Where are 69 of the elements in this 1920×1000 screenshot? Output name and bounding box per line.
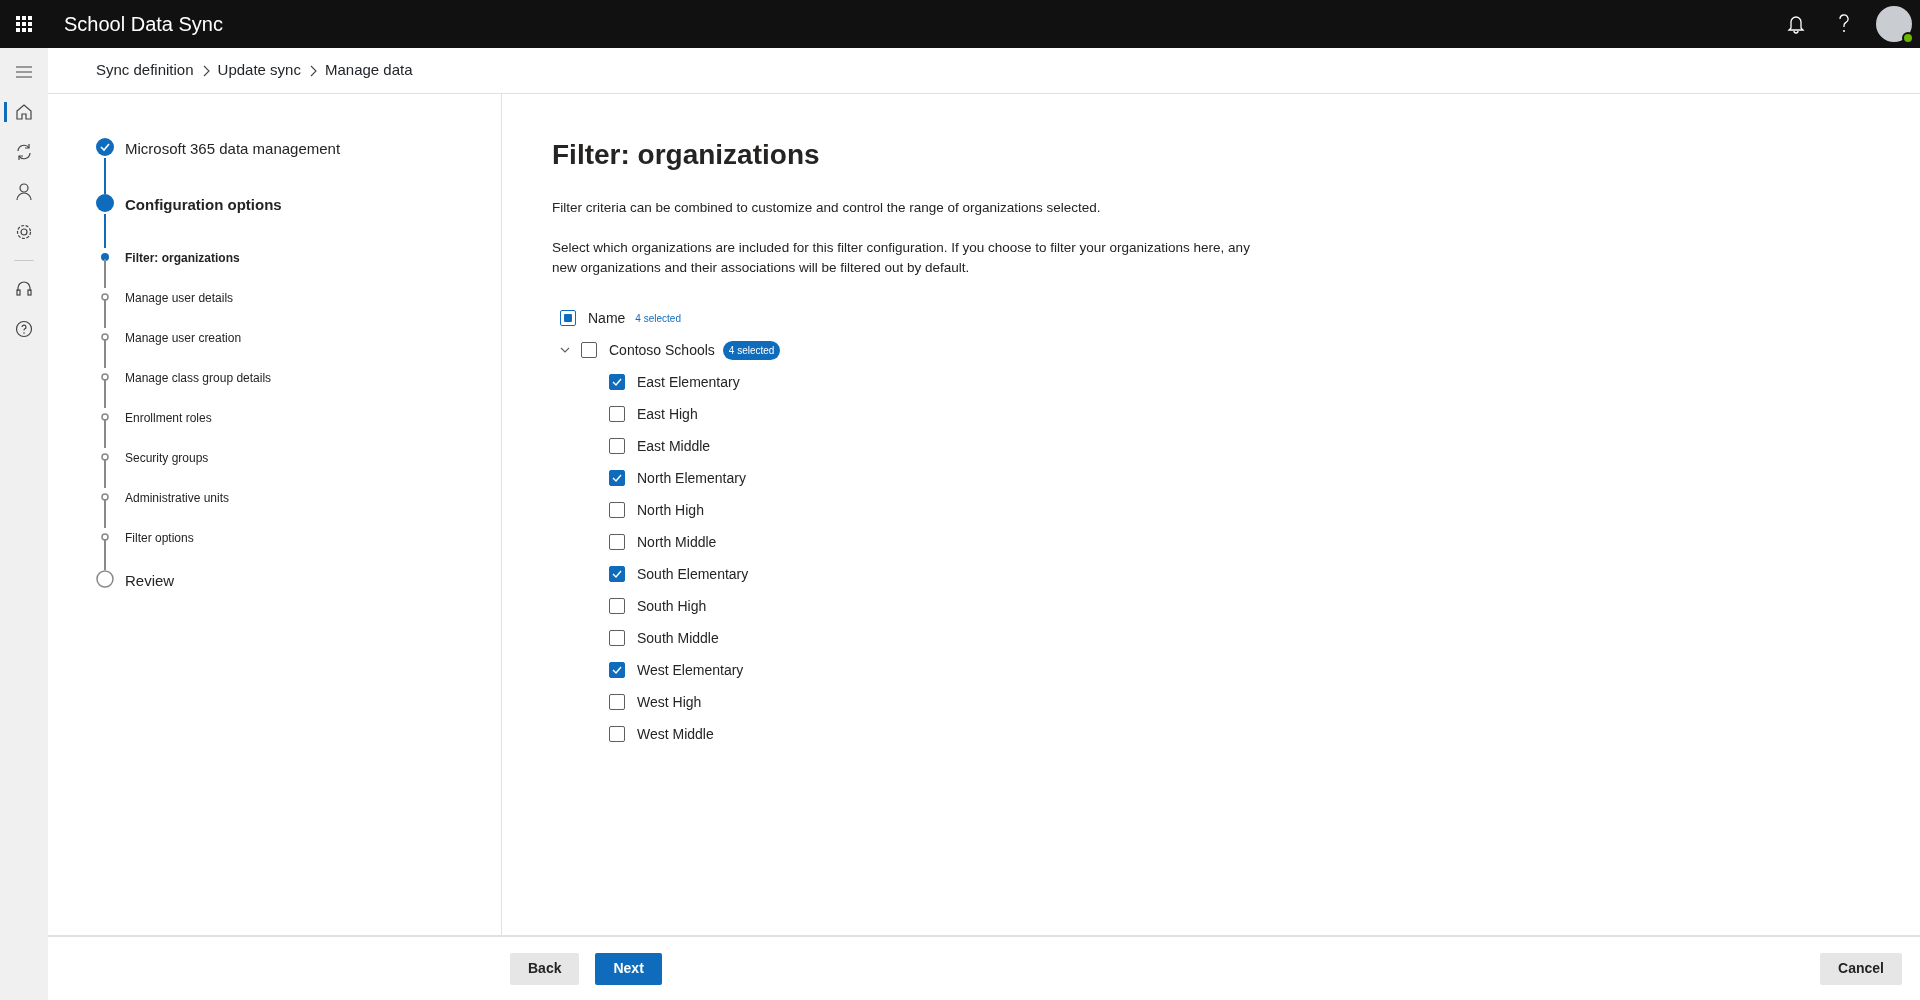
page-title: Filter: organizations [552,138,821,172]
column-header: Name [588,308,626,328]
checkbox[interactable] [609,566,625,582]
step-label[interactable]: Manage user details [125,289,234,307]
avatar-circle[interactable] [1876,6,1912,42]
step-label[interactable]: Microsoft 365 data management [125,138,341,161]
checkbox[interactable] [609,374,625,390]
selected-count: 4 selected [635,311,681,326]
step-label[interactable]: Manage user creation [125,329,242,347]
step-label[interactable]: Filter: organizations [125,249,240,267]
checkbox[interactable] [560,310,576,326]
check-icon [612,666,622,674]
school-label: North High [637,500,704,520]
school-label: North Middle [637,532,717,552]
chevron-down-icon[interactable] [560,345,570,355]
step-label[interactable]: Enrollment roles [125,409,212,427]
step-label[interactable]: Configuration options [125,194,282,217]
school-label: West Middle [637,724,714,744]
breadcrumb-link[interactable]: Sync definition [96,59,194,82]
school-label: East High [637,404,698,424]
footer-button[interactable]: Next [595,952,662,985]
checkbox[interactable] [609,406,625,422]
headset-icon[interactable] [15,280,33,298]
school-label: North Elementary [637,468,746,488]
description-text: Select which organizations are included for this filter configuration. If you choose to filter your organizations here, any new organizations and their associations will be filtered out by default. [552,239,1251,277]
checkbox[interactable] [609,534,625,550]
step-label[interactable]: Security groups [125,449,209,467]
bell-icon[interactable] [1787,14,1805,34]
app-launcher-icon[interactable] [16,16,32,32]
group-label: Contoso Schools [609,340,715,360]
help-icon[interactable] [15,320,33,338]
school-label: West High [637,692,702,712]
check-icon [612,474,622,482]
checkbox[interactable] [609,726,625,742]
step-label[interactable]: Administrative units [125,489,230,507]
school-label: East Elementary [637,372,740,392]
checkbox[interactable] [609,598,625,614]
check-icon [612,378,622,386]
description-text: Filter criteria can be combined to customize and control the range of organizations selected. [552,199,1102,217]
check-icon [612,570,622,578]
person-icon[interactable] [15,183,33,201]
checkbox[interactable] [609,662,625,678]
school-label: South Middle [637,628,719,648]
breadcrumb-link[interactable]: Manage data [324,59,413,82]
checkbox[interactable] [609,470,625,486]
footer-button[interactable]: Cancel [1820,952,1902,985]
step-label[interactable]: Manage class group details [125,369,272,387]
checkbox[interactable] [609,694,625,710]
step-label[interactable]: Filter options [125,529,194,547]
help-icon[interactable] [1838,14,1850,34]
step-label[interactable]: Review [125,570,175,593]
checkbox[interactable] [609,630,625,646]
selected-count-badge: 4 selected [722,340,781,360]
school-label: South High [637,596,707,616]
checkbox[interactable] [609,438,625,454]
settings-icon[interactable] [15,223,33,241]
chevron-right-icon [308,64,317,77]
home-icon[interactable] [15,103,33,121]
school-label: South Elementary [637,564,749,584]
school-label: West Elementary [637,660,744,680]
chevron-right-icon [201,64,210,77]
checkbox[interactable] [581,342,597,358]
checkbox[interactable] [609,502,625,518]
presence-dot [1902,32,1914,44]
sync-icon[interactable] [15,143,33,161]
breadcrumb-link[interactable]: Update sync [217,59,301,82]
school-label: East Middle [637,436,711,456]
footer-button[interactable]: Back [510,952,580,985]
app-title: School Data Sync [64,12,223,37]
